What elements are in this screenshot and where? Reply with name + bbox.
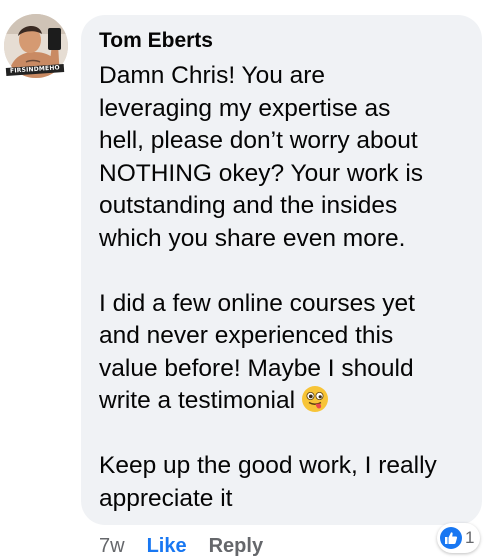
- comment-text: Damn Chris! You are leveraging my expert…: [99, 60, 469, 515]
- comment-paragraph-3: Keep up the good work, I really apprecia…: [99, 452, 437, 512]
- comment-actions: 7w Like Reply: [99, 534, 263, 558]
- winking-tongue-face-emoji: [301, 385, 329, 413]
- thumbs-up-icon: [440, 527, 462, 549]
- comment-author[interactable]: Tom Eberts: [99, 28, 213, 54]
- comment-paragraph-1: Damn Chris! You are leveraging my expert…: [99, 62, 424, 252]
- like-button[interactable]: Like: [147, 534, 187, 558]
- reaction-summary[interactable]: 1: [437, 523, 481, 553]
- comment-timestamp[interactable]: 7w: [99, 534, 125, 558]
- reply-button[interactable]: Reply: [209, 534, 263, 558]
- comment-paragraph-2: I did a few online courses yet and never…: [99, 289, 415, 415]
- reaction-count: 1: [465, 528, 475, 547]
